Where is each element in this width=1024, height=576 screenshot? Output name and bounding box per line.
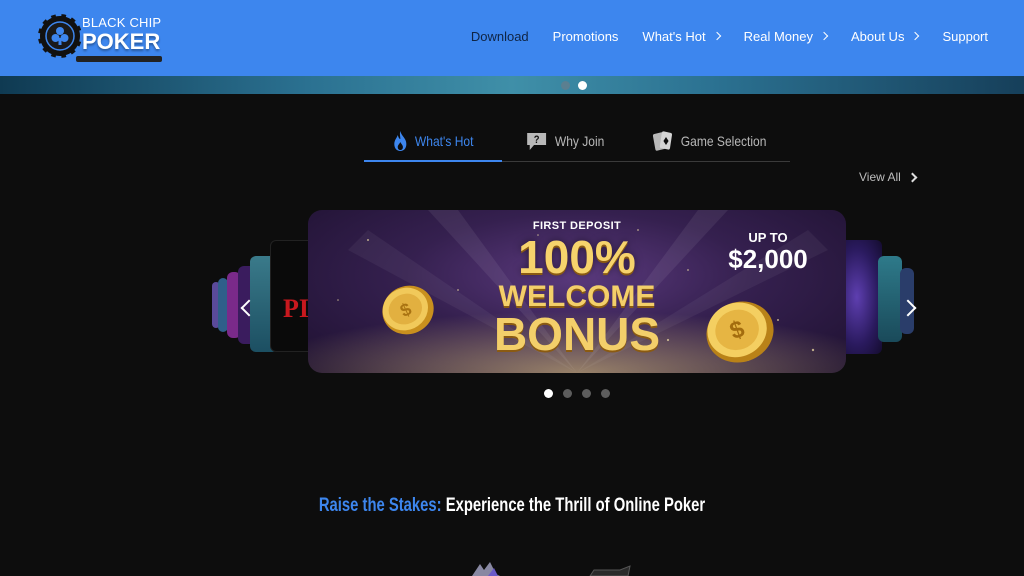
nav-real-money[interactable]: Real Money (743, 28, 829, 44)
logo-bottom-text: POKER (82, 29, 161, 54)
logo[interactable]: BLACK CHIP POKER (36, 12, 166, 62)
content-tabs: What's Hot ? Why Join Game Selection (364, 122, 790, 162)
decorative-art (472, 562, 631, 576)
headline-text: Experience the Thrill of Online Poker (445, 495, 706, 516)
svg-text:PI: PI (283, 294, 309, 323)
tab-whats-hot-label: What's Hot (414, 133, 474, 149)
chevron-right-icon (712, 31, 721, 41)
carousel-side-card[interactable] (878, 256, 902, 342)
chevron-right-icon (907, 172, 918, 182)
hero-pagination (561, 81, 587, 90)
nav-download-label: Download (470, 28, 529, 44)
carousel-dot[interactable] (582, 389, 591, 398)
carousel-pagination (544, 389, 610, 398)
active-tab-underline (364, 160, 502, 162)
bonus-amount: $2,000 (728, 244, 808, 274)
logo-bar (76, 56, 162, 62)
tab-whats-hot[interactable]: What's Hot (374, 122, 493, 160)
up-to-label: UP TO (748, 230, 788, 245)
question-bubble-icon: ? (527, 133, 547, 150)
section-headline: Raise the Stakes: Experience the Thrill … (113, 495, 912, 517)
tab-game-selection-label: Game Selection (680, 133, 767, 149)
svg-text:?: ? (534, 134, 540, 146)
chevron-right-icon (911, 31, 920, 41)
nav-about-us-label: About Us (850, 28, 905, 44)
main-nav: Download Promotions What's Hot Real Mone… (471, 0, 988, 72)
tab-why-join-label: Why Join (554, 133, 605, 149)
nav-promotions-label: Promotions (552, 28, 619, 44)
page: BLACK CHIP POKER Download Promotions Wha… (0, 0, 1024, 576)
carousel-dot[interactable] (563, 389, 572, 398)
nav-whats-hot[interactable]: What's Hot (642, 28, 721, 44)
nav-real-money-label: Real Money (743, 28, 813, 44)
view-all-label: View All (859, 170, 901, 184)
nav-download[interactable]: Download (471, 29, 529, 44)
nav-support[interactable]: Support (942, 29, 988, 44)
carousel-dot[interactable] (601, 389, 610, 398)
nav-promotions[interactable]: Promotions (553, 29, 619, 44)
poker-chip-icon (36, 12, 84, 60)
bonus-text: BONUS (493, 308, 661, 360)
nav-support-label: Support (942, 28, 988, 44)
logo-top-text: BLACK CHIP (82, 15, 162, 30)
carousel-side-card[interactable] (840, 240, 882, 354)
site-header: BLACK CHIP POKER Download Promotions Wha… (0, 0, 1024, 76)
view-all-link[interactable]: View All (859, 170, 918, 184)
tab-why-join[interactable]: ? Why Join (511, 122, 619, 160)
chevron-right-icon (819, 31, 829, 41)
hero-banner-strip (0, 76, 1024, 94)
nav-whats-hot-label: What's Hot (642, 28, 706, 44)
playing-cards-icon (653, 131, 673, 151)
headline-accent: Raise the Stakes: (318, 495, 442, 516)
tab-game-selection[interactable]: Game Selection (639, 122, 778, 160)
promo-carousel: PI $ $ FIRST DEPOSIT 100% WELCOME BONUS … (210, 210, 920, 375)
flame-icon (394, 131, 407, 151)
welcome-bonus-banner[interactable]: $ $ FIRST DEPOSIT 100% WELCOME BONUS UP … (308, 210, 846, 373)
hero-dot[interactable] (561, 81, 570, 90)
nav-about-us[interactable]: About Us (850, 28, 920, 44)
hero-dot-active[interactable] (578, 81, 587, 90)
logo-text: BLACK CHIP POKER (82, 16, 161, 54)
carousel-dot-active[interactable] (544, 389, 553, 398)
